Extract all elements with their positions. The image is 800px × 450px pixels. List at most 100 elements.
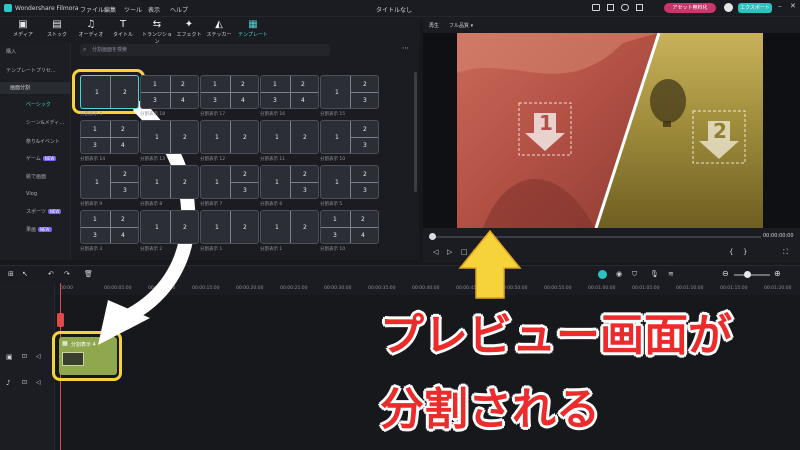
template-divider — [169, 211, 171, 243]
template-panel-number: 1 — [215, 134, 219, 141]
template-panel-number: 3 — [123, 187, 127, 194]
template-caption: 分割表示 4 — [80, 112, 103, 117]
template-card[interactable]: 1 2 3 4 — [320, 210, 379, 244]
template-card[interactable]: 1 2 3 — [320, 165, 379, 199]
template-divider — [169, 121, 171, 153]
template-divider — [109, 182, 138, 183]
template-caption: 分割表示 13 — [140, 157, 166, 162]
template-panel-number: 3 — [243, 187, 247, 194]
template-divider — [289, 182, 318, 183]
template-panel-number: 1 — [155, 179, 159, 186]
template-panel-number: 1 — [335, 134, 339, 141]
template-panel-number: 1 — [93, 126, 97, 133]
template-panel-number: 3 — [153, 97, 157, 104]
template-card[interactable]: 1 2 3 — [320, 120, 379, 154]
template-panel-number: 2 — [243, 171, 247, 178]
template-card[interactable]: 12 — [140, 120, 199, 154]
template-caption: 分割表示 1 — [260, 247, 283, 252]
template-panel-number: 2 — [363, 81, 367, 88]
template-caption: 分割表示 8 — [140, 202, 163, 207]
template-panel-number: 4 — [241, 97, 245, 104]
template-card[interactable]: 12 — [260, 120, 319, 154]
template-divider — [289, 121, 291, 153]
template-card[interactable]: 1 2 3 4 — [80, 210, 139, 244]
template-panel-number: 2 — [181, 81, 185, 88]
template-card[interactable]: 1 2 3 4 — [200, 75, 259, 109]
annotation-line-2: 分割される — [380, 384, 600, 435]
template-caption: 分割表示 5 — [320, 202, 343, 207]
template-panel-number: 2 — [303, 171, 307, 178]
template-caption: 分割表示 9 — [80, 202, 103, 207]
template-caption: 分割表示 10 — [320, 157, 346, 162]
template-divider — [289, 211, 291, 243]
template-panel-number: 1 — [275, 179, 279, 186]
template-panel-number: 1 — [333, 216, 337, 223]
template-card[interactable]: 1 2 3 4 — [140, 75, 199, 109]
template-panel-number: 4 — [121, 142, 125, 149]
template-card[interactable]: 12 — [200, 210, 259, 244]
template-panel-number: 1 — [93, 216, 97, 223]
annotation-line-1: プレビュー画面が — [380, 310, 732, 361]
template-panel-number: 2 — [241, 81, 245, 88]
template-panel-number: 2 — [363, 171, 367, 178]
template-card[interactable]: 1 2 3 4 — [260, 75, 319, 109]
template-card[interactable]: 12 — [260, 210, 319, 244]
template-card[interactable]: 1 2 3 — [80, 165, 139, 199]
template-panel-number: 3 — [363, 187, 367, 194]
template-panel-number: 3 — [363, 142, 367, 149]
template-panel-number: 1 — [215, 224, 219, 231]
template-divider — [169, 166, 171, 198]
template-card[interactable]: 1 2 3 — [320, 75, 379, 109]
template-panel-number: 2 — [243, 224, 247, 231]
template-divider — [229, 211, 231, 243]
template-divider — [109, 76, 111, 108]
template-panel-number: 4 — [361, 232, 365, 239]
template-divider — [349, 182, 378, 183]
template-card[interactable]: 1 2 3 4 — [80, 120, 139, 154]
template-card[interactable]: 12 — [140, 210, 199, 244]
template-divider — [349, 137, 378, 138]
template-caption: 分割表示 1 — [200, 247, 223, 252]
template-panel-number: 2 — [361, 216, 365, 223]
template-panel-number: 2 — [121, 216, 125, 223]
template-caption: 分割表示 16 — [260, 112, 286, 117]
template-card[interactable]: 12 — [140, 165, 199, 199]
template-panel-number: 3 — [333, 232, 337, 239]
template-panel-number: 1 — [215, 179, 219, 186]
template-panel-number: 3 — [273, 97, 277, 104]
template-panel-number: 1 — [155, 134, 159, 141]
template-divider — [261, 92, 318, 93]
template-divider — [141, 92, 198, 93]
template-panel-number: 2 — [183, 179, 187, 186]
template-caption: 分割表示 11 — [260, 157, 286, 162]
template-card[interactable]: 12 — [200, 120, 259, 154]
template-panel-number: 4 — [301, 97, 305, 104]
template-caption: 分割表示 7 — [200, 202, 223, 207]
template-caption: 分割表示 15 — [320, 112, 346, 117]
template-panel-number: 3 — [93, 142, 97, 149]
template-panel-number: 4 — [121, 232, 125, 239]
template-card[interactable]: 1 2 3 — [260, 165, 319, 199]
template-panel-number: 4 — [181, 97, 185, 104]
template-panel-number: 2 — [243, 134, 247, 141]
template-panel-number: 2 — [303, 134, 307, 141]
template-panel-number: 2 — [183, 134, 187, 141]
template-caption: 分割表示 17 — [200, 112, 226, 117]
template-panel-number: 2 — [123, 171, 127, 178]
template-panel-number: 2 — [123, 89, 127, 96]
template-caption: 分割表示 6 — [260, 202, 283, 207]
template-divider — [81, 227, 138, 228]
template-panel-number: 3 — [93, 232, 97, 239]
template-panel-number: 1 — [335, 179, 339, 186]
template-card[interactable]: 1 2 3 — [200, 165, 259, 199]
template-panel-number: 1 — [335, 89, 339, 96]
template-card[interactable]: 12 — [80, 75, 139, 109]
template-panel-number: 1 — [155, 224, 159, 231]
template-caption: 分割表示 3 — [80, 247, 103, 252]
template-panel-number: 3 — [213, 97, 217, 104]
template-panel-number: 2 — [363, 126, 367, 133]
template-caption: 分割表示 10 — [320, 247, 346, 252]
template-panel-number: 1 — [275, 224, 279, 231]
template-caption: 分割表示 18 — [140, 112, 166, 117]
template-panel-number: 2 — [303, 224, 307, 231]
